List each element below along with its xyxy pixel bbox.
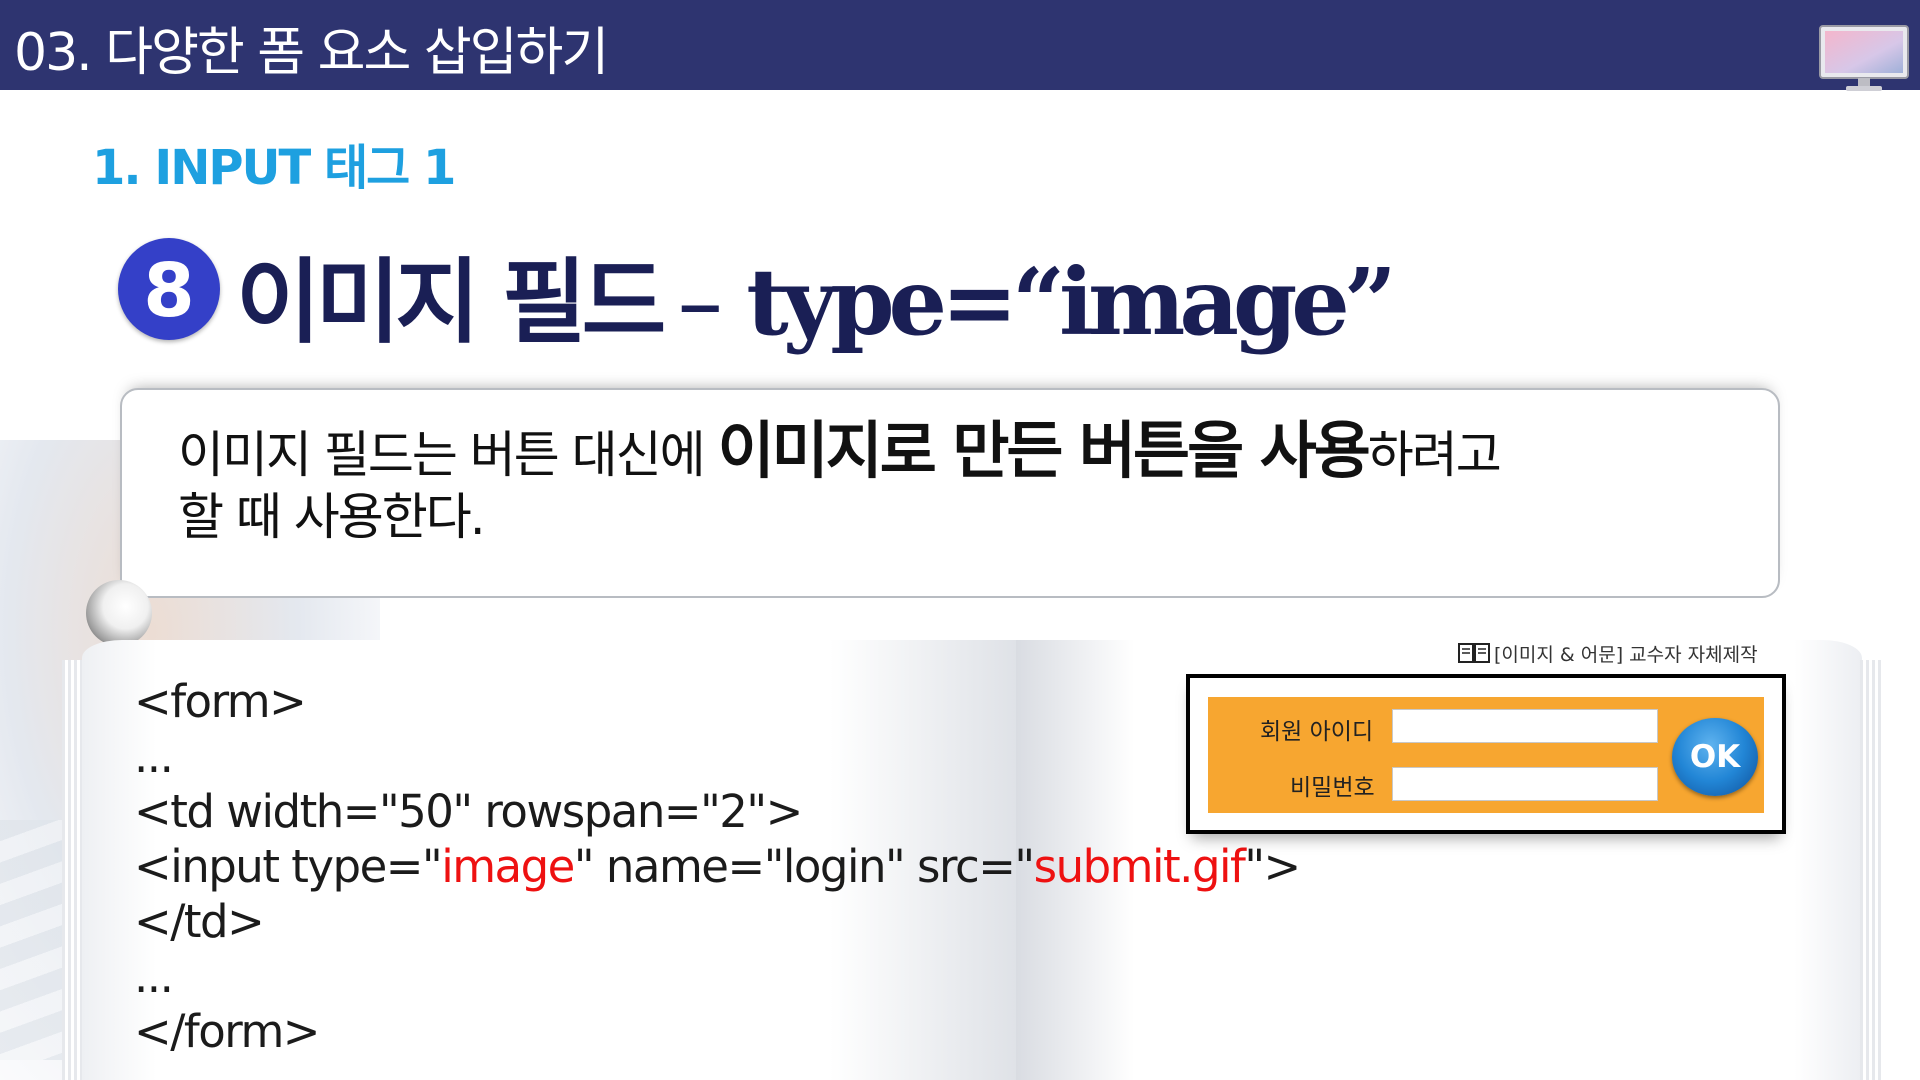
heading-title: 이미지 필드 [236, 249, 666, 356]
code-line-5: </td> [134, 895, 265, 948]
code-example: <form> ... <td width="50" rowspan="2"> <… [134, 674, 1301, 1059]
number-badge: 8 [118, 238, 220, 340]
main-heading: 이미지 필드 – type=“image” [236, 228, 1397, 361]
id-input[interactable] [1392, 709, 1658, 743]
monitor-icon [1818, 24, 1910, 96]
book-edge-left [62, 660, 84, 1080]
code-line-3: <td width="50" rowspan="2"> [134, 785, 803, 838]
code-line-1: <form> [134, 675, 307, 728]
ok-image-button[interactable]: OK [1672, 718, 1758, 796]
credit-text: [이미지 & 어문] 교수자 자체제작 [1494, 644, 1758, 666]
section-title: 1. INPUT 태그 1 [92, 140, 456, 196]
description-text: 이미지 필드는 버튼 대신에 이미지로 만든 버튼을 사용하려고 할 때 사용한다… [178, 420, 1738, 548]
password-input[interactable] [1392, 767, 1658, 801]
id-label: 회원 아이디 [1260, 719, 1374, 745]
image-credit: [이미지 & 어문] 교수자 자체제작 [1458, 640, 1758, 669]
slide-title: 03. 다양한 폼 요소 삽입하기 [14, 23, 609, 83]
code-highlight-src: submit.gif [1033, 840, 1246, 893]
description-part2: 하려고 [1367, 426, 1502, 484]
code-line-4c: "> [1244, 840, 1301, 893]
code-line-2: ... [134, 730, 174, 783]
code-line-6: ... [134, 950, 174, 1003]
description-line2: 할 때 사용한다. [178, 488, 486, 546]
code-line-4a: <input type=" [134, 840, 443, 893]
code-highlight-image: image [441, 840, 575, 893]
book-icon [1458, 642, 1490, 669]
password-label: 비밀번호 [1290, 775, 1375, 801]
code-line-7: </form> [134, 1005, 321, 1058]
book-edge-right [1860, 660, 1882, 1080]
code-line-4b: " name="login" src=" [573, 840, 1035, 893]
description-bold: 이미지로 만든 버튼을 사용 [717, 414, 1371, 487]
description-part1: 이미지 필드는 버튼 대신에 [178, 426, 718, 484]
heading-code: type=“image” [746, 248, 1397, 356]
heading-dash: – [677, 249, 723, 356]
